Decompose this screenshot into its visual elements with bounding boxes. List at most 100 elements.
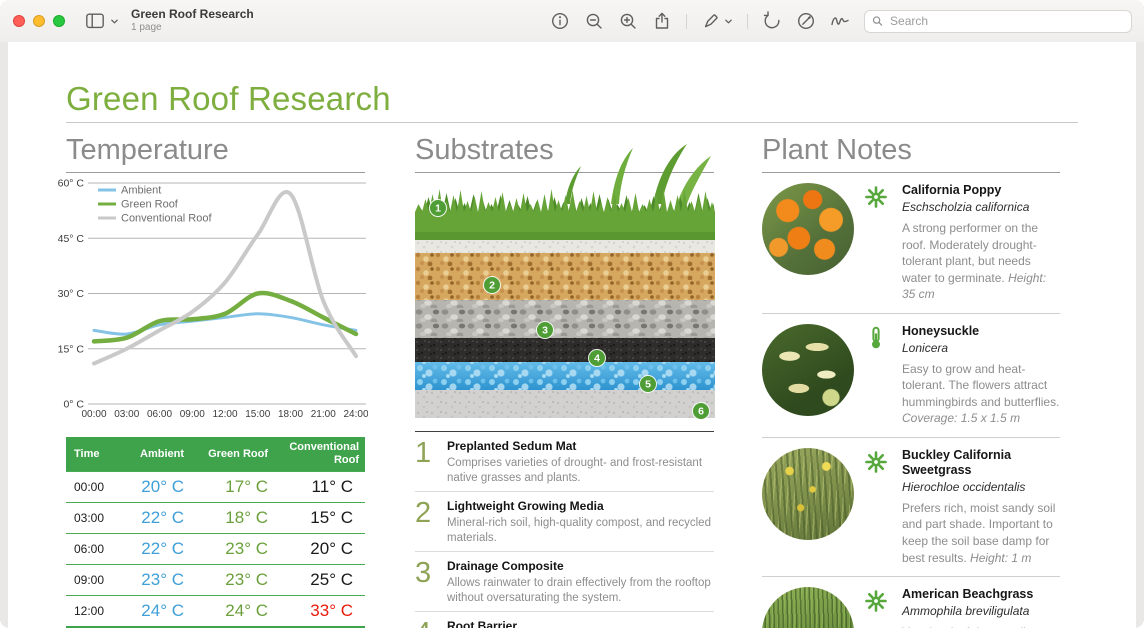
list-item: 4 Root Barrier Keeps roots from penetrat… <box>415 612 714 628</box>
cell-ambient: 20° C <box>122 472 204 502</box>
sun-icon <box>864 183 892 303</box>
table-row: 12:00 24° C 24° C 33° C <box>66 595 365 626</box>
signature-button[interactable] <box>830 11 850 31</box>
plant-description: A strong performer on the roof. Moderate… <box>902 220 1060 303</box>
rotate-left-icon <box>762 11 782 31</box>
svg-text:03:00: 03:00 <box>114 409 139 420</box>
rotate-left-button[interactable] <box>762 11 782 31</box>
plant-name: California Poppy <box>902 183 1060 198</box>
window-title: Green Roof Research <box>131 8 254 22</box>
svg-text:00:00: 00:00 <box>81 409 106 420</box>
document-area: Green Roof Research Temperature Substrat… <box>0 42 1144 628</box>
substrate-description: Mineral-rich soil, high-quality compost,… <box>447 516 714 546</box>
svg-text:45° C: 45° C <box>58 233 84 245</box>
toolbar-divider <box>686 14 687 29</box>
substrate-number: 1 <box>415 438 447 486</box>
cell-conventional: 11° C <box>288 472 365 502</box>
table-row: 03:00 22° C 18° C 15° C <box>66 502 365 533</box>
svg-text:6: 6 <box>698 406 704 418</box>
list-item: 2 Lightweight Growing Media Mineral-rich… <box>415 492 714 552</box>
window-title-block: Green Roof Research 1 page <box>131 8 254 33</box>
plant-description: Very hardy. Adapts well to heat stress o… <box>902 624 1060 628</box>
zoom-in-button[interactable] <box>618 11 638 31</box>
svg-text:09:00: 09:00 <box>180 409 205 420</box>
plant-photo-honeysuckle <box>762 324 854 416</box>
cell-ambient: 22° C <box>122 534 204 564</box>
search-field[interactable] <box>864 10 1132 33</box>
plant-photo-sweetgrass <box>762 448 854 540</box>
chevron-down-icon <box>724 17 733 26</box>
plant-species: Hierochloe occidentalis <box>902 480 1060 494</box>
fullscreen-window-button[interactable] <box>53 15 65 27</box>
cell-time: 00:00 <box>66 472 122 502</box>
share-button[interactable] <box>652 11 672 31</box>
svg-text:2: 2 <box>489 280 495 292</box>
highlight-button[interactable] <box>701 11 733 31</box>
svg-text:5: 5 <box>645 379 651 391</box>
cell-conventional: 25° C <box>288 565 365 595</box>
svg-text:4: 4 <box>594 353 600 365</box>
sidebar-toggle-button[interactable] <box>85 11 119 31</box>
substrate-number: 2 <box>415 498 447 546</box>
svg-text:18:00: 18:00 <box>278 409 303 420</box>
cell-ambient: 23° C <box>122 565 204 595</box>
cell-ambient: 22° C <box>122 503 204 533</box>
cell-conventional: 33° C <box>288 596 365 626</box>
info-icon <box>550 11 570 31</box>
cell-conventional: 20° C <box>288 534 365 564</box>
traffic-lights <box>0 15 65 27</box>
plant-entry: American Beachgrass Ammophila breviligul… <box>762 577 1060 628</box>
plant-entry: Honeysuckle Lonicera Easy to grow and he… <box>762 314 1060 438</box>
section-heading-temperature: Temperature <box>66 134 229 167</box>
plant-entry: California Poppy Eschscholzia californic… <box>762 173 1060 314</box>
page-count: 1 page <box>131 22 254 34</box>
substrate-number: 3 <box>415 558 447 606</box>
svg-text:3: 3 <box>542 325 548 337</box>
markup-pencil-icon <box>796 11 816 31</box>
info-button[interactable] <box>550 11 570 31</box>
minimize-window-button[interactable] <box>33 15 45 27</box>
window-titlebar: Green Roof Research 1 page <box>0 0 1144 43</box>
plant-photo-california-poppy <box>762 183 854 275</box>
plant-stat: Coverage: 1.5 x 1.5 m <box>902 411 1020 425</box>
document-title: Green Roof Research <box>66 80 391 118</box>
svg-text:30° C: 30° C <box>58 288 84 300</box>
search-input[interactable] <box>888 13 1124 29</box>
svg-text:15:00: 15:00 <box>245 409 270 420</box>
list-item: 3 Drainage Composite Allows rainwater to… <box>415 552 714 612</box>
svg-text:15° C: 15° C <box>58 343 84 355</box>
plant-description: Easy to grow and heat-tolerant. The flow… <box>902 361 1060 427</box>
svg-text:Conventional Roof: Conventional Roof <box>121 213 212 225</box>
plant-name: Honeysuckle <box>902 324 1060 339</box>
svg-text:Green Roof: Green Roof <box>121 199 179 211</box>
cell-time: 09:00 <box>66 565 122 595</box>
zoom-in-icon <box>618 11 638 31</box>
table-header-green-roof: Green Roof <box>204 437 288 471</box>
plant-photo-beachgrass <box>762 587 854 628</box>
plant-entry: Buckley California Sweetgrass Hierochloe… <box>762 438 1060 577</box>
zoom-out-button[interactable] <box>584 11 604 31</box>
pdf-page: Green Roof Research Temperature Substrat… <box>8 42 1136 628</box>
section-heading-plants: Plant Notes <box>762 134 912 167</box>
markup-button[interactable] <box>796 11 816 31</box>
signature-icon <box>830 11 850 31</box>
list-item: 1 Preplanted Sedum Mat Comprises varieti… <box>415 432 714 492</box>
cell-green-roof: 17° C <box>204 472 288 502</box>
sidebar-icon <box>85 11 105 31</box>
substrate-list: 1 Preplanted Sedum Mat Comprises varieti… <box>415 431 714 628</box>
chevron-down-icon <box>110 17 119 26</box>
plant-species: Eschscholzia californica <box>902 200 1060 214</box>
close-window-button[interactable] <box>13 15 25 27</box>
cell-green-roof: 23° C <box>204 534 288 564</box>
toolbar-divider <box>747 14 748 29</box>
sun-icon <box>864 448 892 566</box>
section-rule <box>66 172 365 173</box>
substrate-title: Root Barrier <box>447 619 714 628</box>
cell-time: 12:00 <box>66 596 122 626</box>
svg-text:Ambient: Ambient <box>121 185 161 197</box>
table-header-time: Time <box>66 437 122 471</box>
title-rule <box>66 122 1078 123</box>
svg-text:12:00: 12:00 <box>212 409 237 420</box>
zoom-out-icon <box>584 11 604 31</box>
cell-green-roof: 24° C <box>204 596 288 626</box>
